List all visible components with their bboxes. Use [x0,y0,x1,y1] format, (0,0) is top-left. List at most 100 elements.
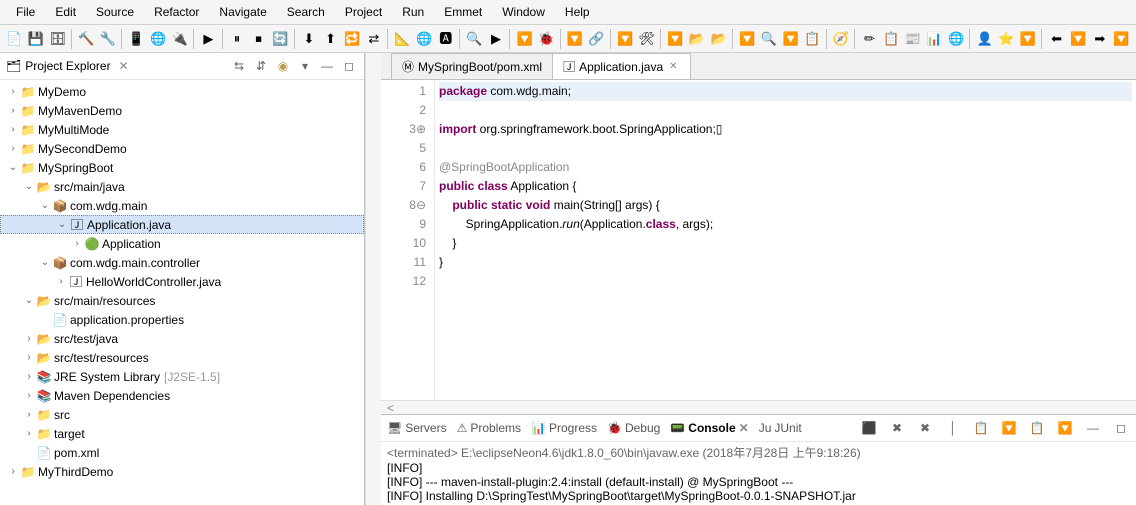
console-toolbar-icon[interactable]: ✖ [888,419,906,437]
expand-icon[interactable]: ⌄ [38,200,52,211]
bottom-tab-debug[interactable]: 🐞Debug [607,421,660,435]
project-tree[interactable]: ›📁MyDemo›📁MyMavenDemo›📁MyMultiMode›📁MySe… [0,80,364,505]
bottom-tab-progress[interactable]: 📊Progress [531,421,597,435]
menu-window[interactable]: Window [492,2,555,22]
bottom-tab-junit[interactable]: JuJUnit [759,421,802,435]
toolbar-button-28[interactable]: 📂 [687,28,708,50]
toolbar-button-7[interactable]: 🔌 [169,28,190,50]
console-output[interactable]: <terminated> E:\eclipseNeon4.6\jdk1.8.0_… [381,442,1136,505]
expand-icon[interactable]: › [6,86,20,97]
expand-icon[interactable]: › [54,276,68,287]
tree-node[interactable]: ⌄📦com.wdg.main.controller [0,253,364,272]
toolbar-button-16[interactable]: 📐 [392,28,413,50]
toolbar-button-38[interactable]: 📊 [924,28,945,50]
maximize-icon[interactable]: ◻ [340,57,358,75]
toolbar-button-34[interactable]: 🧭 [831,28,852,50]
toolbar-button-31[interactable]: 🔍 [759,28,780,50]
tree-node[interactable]: ⌄📦com.wdg.main [0,196,364,215]
expand-icon[interactable]: › [22,333,36,344]
expand-icon[interactable]: › [22,390,36,401]
console-toolbar-icon[interactable]: │ [944,419,962,437]
toolbar-button-44[interactable]: 🔽 [1068,28,1089,50]
toolbar-button-41[interactable]: ⭐ [996,28,1017,50]
expand-icon[interactable]: ⌄ [6,162,20,173]
toolbar-button-26[interactable]: 🛠 [636,28,657,50]
close-tab-icon[interactable]: ✕ [667,61,679,72]
expand-icon[interactable]: › [22,371,36,382]
toolbar-button-20[interactable]: ▶ [486,28,507,50]
toolbar-button-21[interactable]: 🔽 [514,28,535,50]
expand-icon[interactable]: › [6,143,20,154]
expand-icon[interactable]: ⌄ [38,257,52,268]
toolbar-button-14[interactable]: 🔁 [342,28,363,50]
toolbar-button-18[interactable]: 🅰 [435,28,456,50]
toolbar-button-23[interactable]: 🔽 [565,28,586,50]
toolbar-button-5[interactable]: 📱 [126,28,147,50]
expand-icon[interactable]: › [22,352,36,363]
tree-node[interactable]: ›📁src [0,405,364,424]
toolbar-button-37[interactable]: 📰 [902,28,923,50]
toolbar-button-22[interactable]: 🐞 [536,28,557,50]
view-menu-icon[interactable]: ▾ [296,57,314,75]
menu-emmet[interactable]: Emmet [434,2,492,22]
console-toolbar-icon[interactable]: ◻ [1112,419,1130,437]
filter-icon[interactable]: ◉ [274,57,292,75]
console-toolbar-icon[interactable]: 📋 [1028,419,1046,437]
expand-icon[interactable]: ⌄ [22,181,36,192]
toolbar-button-45[interactable]: ➡ [1090,28,1111,50]
expand-icon[interactable]: ⌄ [55,219,69,230]
console-toolbar-icon[interactable]: ⬛ [860,419,878,437]
toolbar-button-15[interactable]: ⇄ [364,28,385,50]
tree-node[interactable]: ›📁MySecondDemo [0,139,364,158]
toolbar-button-8[interactable]: ▶ [198,28,219,50]
toolbar-button-25[interactable]: 🔽 [615,28,636,50]
close-icon[interactable]: ✕ [739,421,749,435]
tree-node[interactable]: ›📚Maven Dependencies [0,386,364,405]
toolbar-button-40[interactable]: 👤 [974,28,995,50]
bottom-tab-problems[interactable]: ⚠Problems [457,421,521,435]
expand-icon[interactable]: › [70,238,84,249]
toolbar-button-32[interactable]: 🔽 [780,28,801,50]
code-editor[interactable]: 123⊕5678⊖9101112 package com.wdg.main;im… [381,80,1136,400]
close-view-icon[interactable]: ✕ [119,59,129,73]
tree-node[interactable]: ›📂src/test/java [0,329,364,348]
menu-run[interactable]: Run [392,2,434,22]
toolbar-button-33[interactable]: 📋 [802,28,823,50]
menu-refactor[interactable]: Refactor [144,2,209,22]
tree-node[interactable]: ›📁MyThirdDemo [0,462,364,481]
toolbar-button-6[interactable]: 🌐 [148,28,169,50]
horizontal-scrollbar[interactable]: < [381,400,1136,414]
menu-navigate[interactable]: Navigate [209,2,276,22]
link-editor-icon[interactable]: ⇵ [252,57,270,75]
expand-icon[interactable]: › [6,124,20,135]
toolbar-button-19[interactable]: 🔍 [464,28,485,50]
toolbar-button-29[interactable]: 📂 [708,28,729,50]
toolbar-button-39[interactable]: 🌐 [946,28,967,50]
bottom-tab-console[interactable]: 📟Console ✕ [670,421,748,435]
menu-source[interactable]: Source [86,2,144,22]
toolbar-button-2[interactable]: 🗄 [47,28,68,50]
menu-file[interactable]: File [6,2,45,22]
toolbar-button-0[interactable]: 📄 [4,28,25,50]
tree-node[interactable]: ›🄹HelloWorldController.java [0,272,364,291]
toolbar-button-42[interactable]: 🔽 [1018,28,1039,50]
menu-search[interactable]: Search [277,2,335,22]
tree-node[interactable]: ›📁target [0,424,364,443]
tree-node[interactable]: ⌄📂src/main/java [0,177,364,196]
toolbar-button-3[interactable]: 🔨 [76,28,97,50]
toolbar-button-10[interactable]: ⏹ [248,28,269,50]
toolbar-button-27[interactable]: 🔽 [665,28,686,50]
collapse-all-icon[interactable]: ⇆ [230,57,248,75]
tree-node[interactable]: 📄pom.xml [0,443,364,462]
tree-node[interactable]: ›📚JRE System Library[J2SE-1.5] [0,367,364,386]
toolbar-button-4[interactable]: 🔧 [98,28,119,50]
toolbar-button-11[interactable]: 🔄 [270,28,291,50]
expand-icon[interactable]: › [22,409,36,420]
bottom-tab-servers[interactable]: 🖥Servers [387,421,447,435]
toolbar-button-9[interactable]: ⏸ [227,28,248,50]
console-toolbar-icon[interactable]: 🔽 [1000,419,1018,437]
minimize-icon[interactable]: ― [318,57,336,75]
console-toolbar-icon[interactable]: 🔽 [1056,419,1074,437]
explorer-scrollbar[interactable] [365,53,381,505]
toolbar-button-35[interactable]: ✏ [859,28,880,50]
